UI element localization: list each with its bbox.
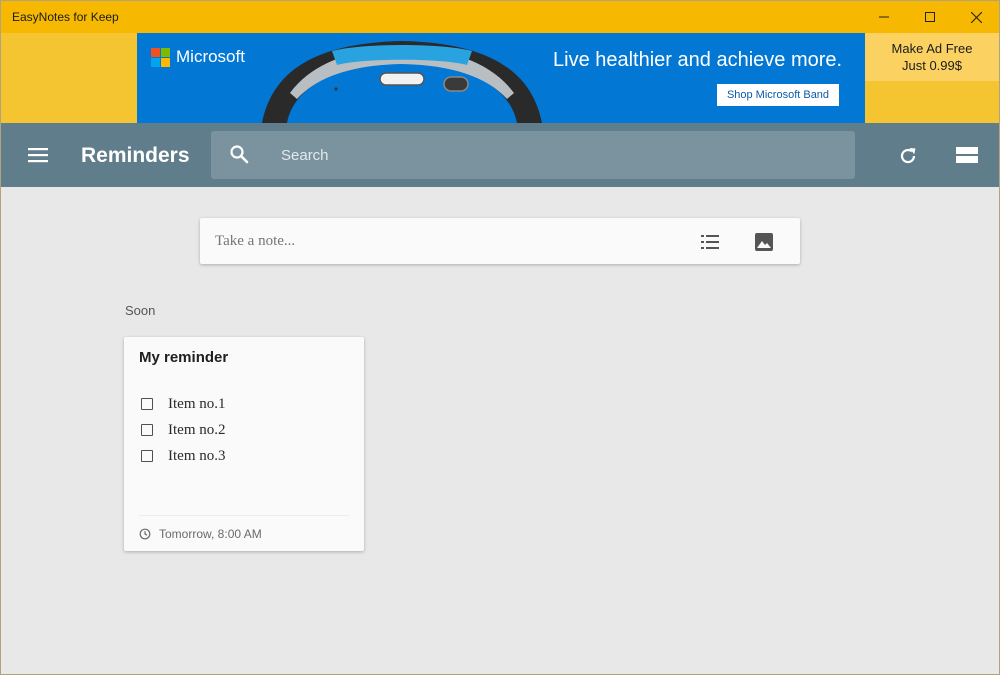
microsoft-logo-icon bbox=[151, 47, 170, 67]
checkbox[interactable] bbox=[141, 424, 153, 436]
layout-toggle-button[interactable] bbox=[953, 143, 981, 167]
refresh-button[interactable] bbox=[895, 143, 921, 169]
fitness-band-image bbox=[262, 41, 542, 123]
note-composer bbox=[200, 218, 800, 264]
search-icon bbox=[230, 145, 249, 164]
image-icon bbox=[755, 233, 773, 251]
hamburger-icon bbox=[28, 148, 48, 163]
ad-strip: Microsoft Live healthier and achieve mor… bbox=[1, 33, 999, 123]
list-item-text: Item no.3 bbox=[168, 447, 226, 464]
menu-button[interactable] bbox=[23, 143, 53, 167]
close-icon bbox=[970, 11, 982, 23]
adfree-price: Just 0.99$ bbox=[902, 58, 962, 73]
refresh-icon bbox=[900, 148, 916, 164]
microsoft-logo: Microsoft bbox=[151, 47, 245, 67]
checkbox[interactable] bbox=[141, 450, 153, 462]
checklist-icon bbox=[701, 235, 719, 249]
maximize-icon bbox=[925, 12, 935, 22]
close-button[interactable] bbox=[953, 1, 999, 33]
app-window: EasyNotes for Keep Microsoft Live health… bbox=[0, 0, 1000, 675]
search-box[interactable] bbox=[211, 131, 855, 179]
clock-icon bbox=[139, 528, 151, 540]
title-bar: EasyNotes for Keep bbox=[1, 1, 999, 33]
ad-headline: Live healthier and achieve more. bbox=[553, 49, 843, 71]
list-item-text: Item no.1 bbox=[168, 395, 226, 412]
new-list-button[interactable] bbox=[697, 230, 723, 254]
list-item: Item no.1 bbox=[141, 391, 226, 417]
list-item: Item no.3 bbox=[141, 443, 226, 469]
view-layout-icon bbox=[956, 147, 978, 163]
list-item: Item no.2 bbox=[141, 417, 226, 443]
card-divider bbox=[139, 515, 349, 516]
list-item-text: Item no.2 bbox=[168, 421, 226, 438]
checkbox[interactable] bbox=[141, 398, 153, 410]
page-title: Reminders bbox=[81, 144, 190, 167]
search-input[interactable] bbox=[281, 131, 841, 179]
ad-banner[interactable]: Microsoft Live healthier and achieve mor… bbox=[137, 33, 865, 123]
shop-button[interactable]: Shop Microsoft Band bbox=[717, 84, 839, 106]
note-title: My reminder bbox=[139, 349, 229, 366]
reminder-time: Tomorrow, 8:00 AM bbox=[159, 527, 262, 541]
note-card[interactable]: My reminder Item no.1 Item no.2 Item no.… bbox=[124, 337, 364, 551]
make-ad-free-button[interactable]: Make Ad Free Just 0.99$ bbox=[865, 33, 999, 81]
take-note-input[interactable] bbox=[215, 218, 675, 264]
app-bar: Reminders bbox=[1, 123, 999, 187]
window-title: EasyNotes for Keep bbox=[12, 10, 119, 24]
section-label: Soon bbox=[125, 303, 156, 318]
reminder-chip[interactable]: Tomorrow, 8:00 AM bbox=[139, 527, 262, 541]
minimize-icon bbox=[879, 16, 889, 18]
adfree-label: Make Ad Free bbox=[891, 41, 973, 56]
checklist: Item no.1 Item no.2 Item no.3 bbox=[141, 391, 226, 469]
minimize-button[interactable] bbox=[861, 1, 907, 33]
maximize-button[interactable] bbox=[907, 1, 953, 33]
ad-brand: Microsoft bbox=[176, 47, 245, 66]
new-image-note-button[interactable] bbox=[751, 230, 777, 254]
